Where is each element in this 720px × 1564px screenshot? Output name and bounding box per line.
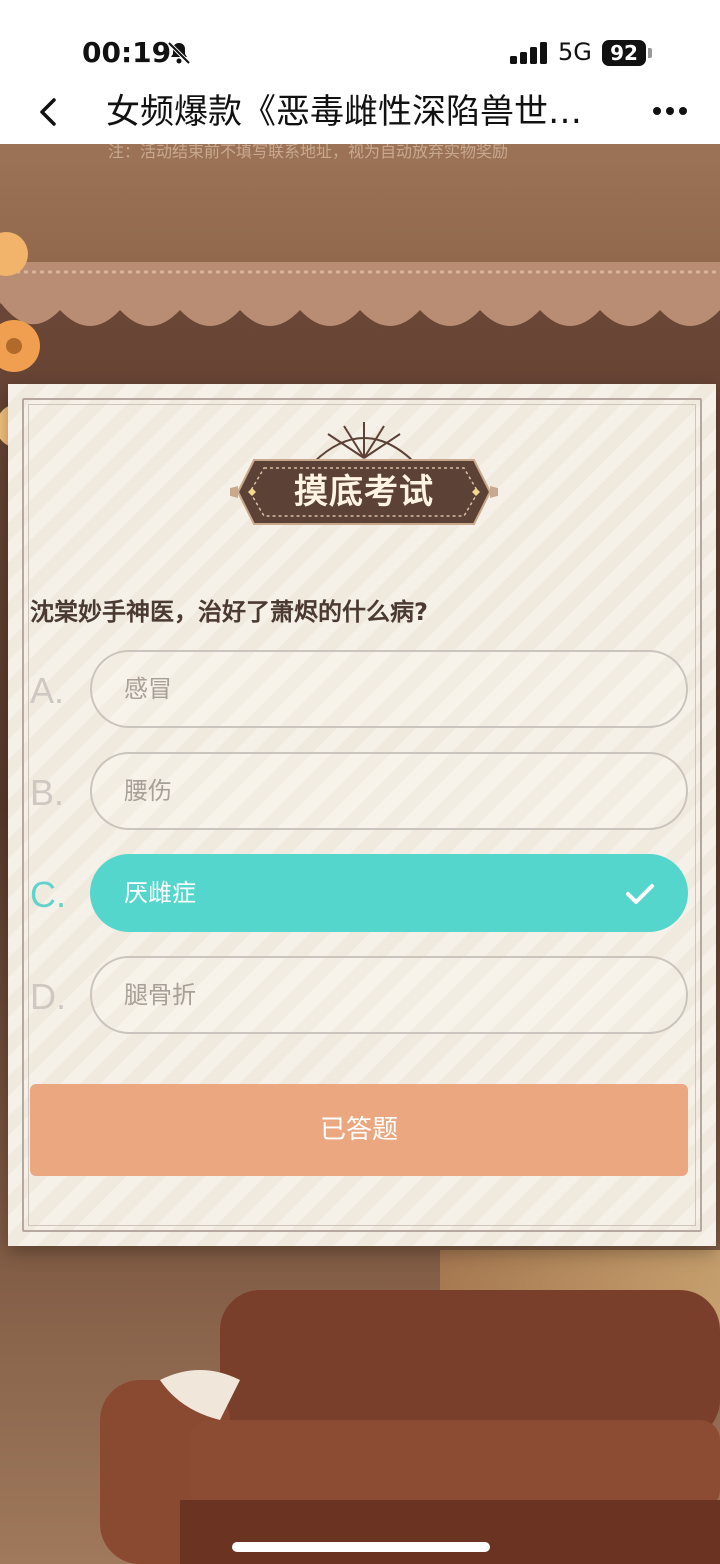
question-text: 沈棠妙手神医，治好了萧烬的什么病?	[30, 598, 428, 626]
option-a[interactable]: 感冒	[90, 650, 688, 728]
lace-trim	[0, 262, 720, 326]
option-a-letter: A.	[30, 670, 65, 711]
bell-muted-icon	[167, 41, 191, 65]
page-title: 女频爆款《恶毒雌性深陷兽世…	[106, 92, 582, 132]
option-d-letter: D.	[30, 976, 66, 1017]
back-icon[interactable]	[34, 94, 62, 130]
answered-button[interactable]: 已答题	[30, 1084, 688, 1176]
signal-icon	[510, 42, 547, 64]
option-b-letter: B.	[30, 772, 65, 813]
option-c-label: 厌雌症	[124, 879, 196, 907]
quiz-card: 摸底考试 沈棠妙手神医，治好了萧烬的什么病? A. 感冒 B. 腰伤 C. 厌雌…	[8, 384, 716, 1246]
option-c[interactable]: 厌雌症	[90, 854, 688, 932]
network-label: 5G	[558, 38, 592, 66]
option-a-label: 感冒	[124, 675, 172, 703]
option-d-label: 腿骨折	[124, 981, 196, 1009]
sofa-illustration	[100, 1290, 720, 1564]
badge-title: 摸底考试	[294, 472, 434, 512]
option-d[interactable]: 腿骨折	[90, 956, 688, 1034]
status-bar: 00:19 5G 92	[0, 0, 720, 80]
home-indicator[interactable]	[232, 1542, 490, 1552]
more-icon[interactable]	[652, 106, 688, 116]
battery-indicator: 92	[602, 40, 646, 66]
option-b-label: 腰伤	[124, 777, 172, 805]
nav-bar: 女频爆款《恶毒雌性深陷兽世…	[0, 80, 720, 144]
option-b[interactable]: 腰伤	[90, 752, 688, 830]
battery-tip	[648, 48, 652, 58]
status-time: 00:19	[82, 36, 172, 69]
option-c-letter: C.	[30, 874, 66, 915]
check-icon	[626, 884, 654, 904]
faded-notice: 注：活动结束前不填写联系地址，视为自动放弃实物奖励	[108, 142, 509, 161]
